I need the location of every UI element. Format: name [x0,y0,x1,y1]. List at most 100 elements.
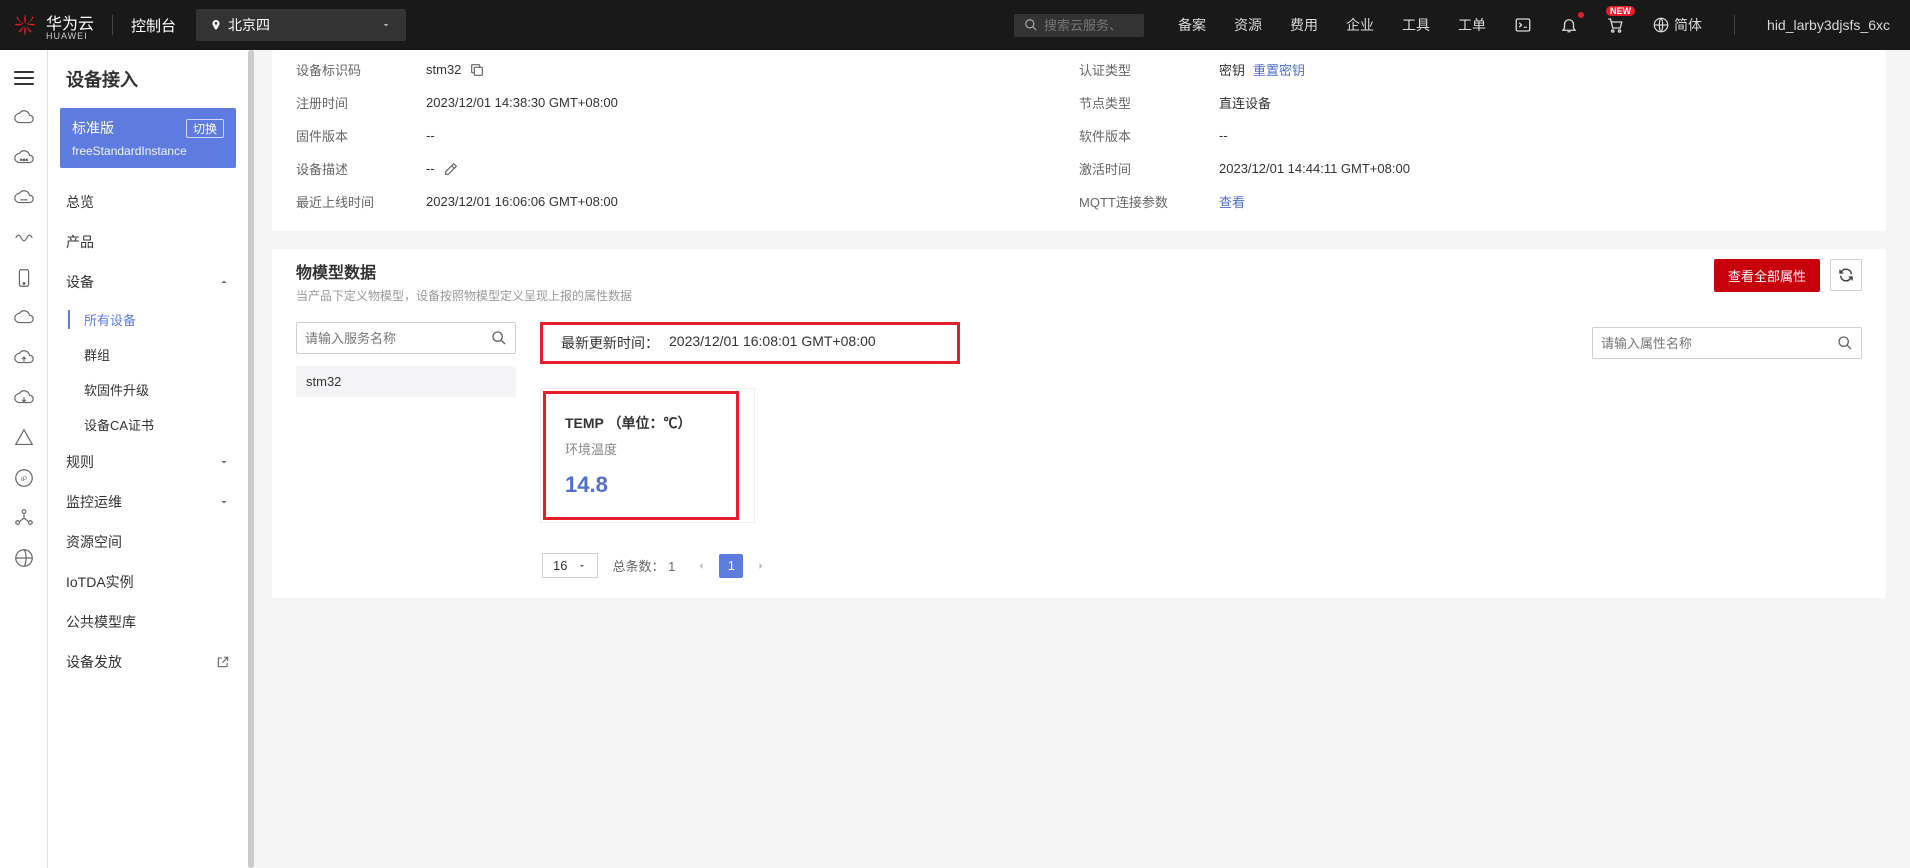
sidebar-item-overview[interactable]: 总览 [48,182,248,222]
rail-device-icon[interactable] [12,266,36,290]
chevron-up-icon [218,276,230,288]
global-search[interactable] [1014,14,1144,37]
nav-gongdan[interactable]: 工单 [1444,0,1500,50]
total-label: 总条数： [612,559,664,574]
property-value: 14.8 [565,472,730,498]
value-last-online: 2023/12/01 16:06:06 GMT+08:00 [426,194,1069,209]
nav-qiye[interactable]: 企业 [1332,0,1388,50]
rail-globe-icon[interactable] [12,546,36,570]
value-fw: -- [426,128,1069,143]
nav-feiyong[interactable]: 费用 [1276,0,1332,50]
page-size-value: 16 [553,558,567,573]
refresh-icon [1838,267,1854,283]
attribute-search-input[interactable] [1601,336,1837,351]
data-column: 最新更新时间： 2023/12/01 16:08:01 GMT+08:00 TE… [540,322,1862,578]
page-1-button[interactable]: 1 [719,554,743,578]
region-selector[interactable]: 北京四 [196,9,406,41]
pagination: 16 总条数： 1 1 [540,553,1862,578]
bell-icon [1560,16,1578,34]
value-reg-time: 2023/12/01 14:38:30 GMT+08:00 [426,95,1069,110]
chevron-down-icon [218,456,230,468]
next-page-button[interactable] [749,554,773,578]
service-search-input[interactable] [305,331,491,346]
instance-switch-button[interactable]: 切换 [186,119,224,138]
sidebar-item-product[interactable]: 产品 [48,222,248,262]
nav-notifications[interactable] [1546,0,1592,50]
prev-page-button[interactable] [689,554,713,578]
rail-cloud-dots-icon[interactable] [12,146,36,170]
nav-gongju[interactable]: 工具 [1388,0,1444,50]
cart-icon [1606,16,1624,34]
value-sw: -- [1219,128,1862,143]
page-size-selector[interactable]: 16 [542,553,598,578]
sidebar-sub-ca[interactable]: 设备CA证书 [48,407,248,442]
chevron-right-icon [755,560,767,572]
new-badge: NEW [1606,6,1635,16]
update-value: 2023/12/01 16:08:01 GMT+08:00 [669,333,876,353]
instance-card[interactable]: 标准版 切换 freeStandardInstance [60,108,236,168]
label-desc: 设备描述 [296,159,416,178]
sidebar-item-modellib[interactable]: 公共模型库 [48,602,248,642]
value-activate: 2023/12/01 14:44:11 GMT+08:00 [1219,161,1862,176]
search-icon [1837,335,1853,351]
total-value: 1 [668,559,675,574]
rail-deploy-icon[interactable] [12,426,36,450]
nav-beian[interactable]: 备案 [1164,0,1220,50]
service-item[interactable]: stm32 [296,366,516,397]
nav-ziyuan[interactable]: 资源 [1220,0,1276,50]
nav-cart[interactable]: NEW [1592,0,1638,50]
rail-wave-icon[interactable] [12,226,36,250]
sidebar: 设备接入 标准版 切换 freeStandardInstance 总览 产品 设… [48,50,248,868]
reset-secret-link[interactable]: 重置密钥 [1253,60,1305,79]
notification-dot [1578,12,1584,18]
refresh-button[interactable] [1830,259,1862,291]
sidebar-item-rule[interactable]: 规则 [48,442,248,482]
sidebar-item-ops[interactable]: 监控运维 [48,482,248,522]
sidebar-title: 设备接入 [48,66,248,106]
globe-icon [1652,16,1670,34]
lang-label: 简体 [1674,15,1702,35]
sidebar-item-iotda[interactable]: IoTDA实例 [48,562,248,602]
rail-cloud-line-icon[interactable] [12,186,36,210]
sidebar-sub-all-devices[interactable]: 所有设备 [48,302,248,337]
search-icon [1024,18,1038,32]
property-card[interactable]: TEMP （单位：℃） 环境温度 14.8 [540,388,755,523]
service-search[interactable] [296,322,516,354]
global-search-input[interactable] [1044,18,1124,33]
console-label[interactable]: 控制台 [131,15,176,36]
menu-toggle[interactable] [12,66,36,90]
property-desc: 环境温度 [565,439,730,458]
sidebar-item-device[interactable]: 设备 [48,262,248,302]
edit-icon[interactable] [443,161,459,177]
view-all-properties-button[interactable]: 查看全部属性 [1714,259,1820,292]
model-title: 物模型数据 [296,259,632,283]
nav-terminal[interactable] [1500,0,1546,50]
huawei-logo-icon [12,12,38,38]
divider [112,15,113,35]
value-auth-type: 密钥 [1219,60,1245,79]
sidebar-item-space[interactable]: 资源空间 [48,522,248,562]
sidebar-sub-group[interactable]: 群组 [48,337,248,372]
rail-cloud-icon[interactable] [12,106,36,130]
sidebar-sub-ota[interactable]: 软固件升级 [48,372,248,407]
rail-cloud-up-icon[interactable] [12,346,36,370]
label-sw: 软件版本 [1079,126,1209,145]
rail-network-icon[interactable] [12,506,36,530]
nav-language[interactable]: 简体 [1638,0,1716,50]
rail-cloud-down-icon[interactable] [12,386,36,410]
logo[interactable]: 华为云 HUAWEI [12,10,94,41]
user-id[interactable]: hid_larby3djsfs_6xc [1753,17,1910,33]
terminal-icon [1514,16,1532,34]
divider [1734,15,1735,35]
copy-icon[interactable] [469,62,485,78]
external-link-icon [216,655,230,669]
sidebar-item-provision[interactable]: 设备发放 [48,642,248,682]
topbar: 华为云 HUAWEI 控制台 北京四 备案 资源 费用 企业 工具 工单 [0,0,1910,50]
update-label: 最新更新时间： [561,333,659,353]
label-node-type: 节点类型 [1079,93,1209,112]
attribute-search[interactable] [1592,327,1862,359]
rail-cloud2-icon[interactable] [12,306,36,330]
view-mqtt-link[interactable]: 查看 [1219,192,1245,211]
rail-ip-icon[interactable]: IP [12,466,36,490]
brand-sub: HUAWEI [46,31,94,41]
